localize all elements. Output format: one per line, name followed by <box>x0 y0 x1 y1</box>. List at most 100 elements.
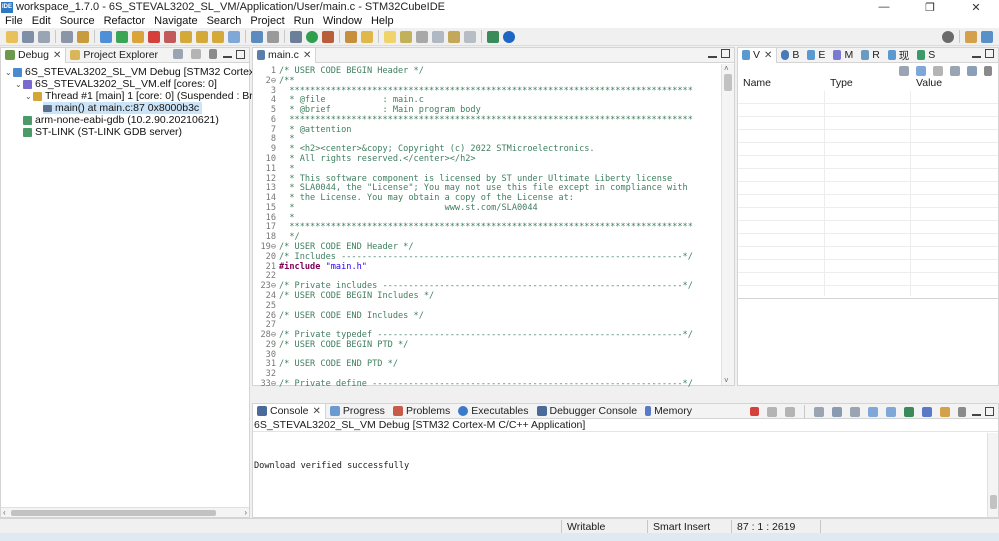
code-line[interactable]: 18 */ <box>253 232 300 242</box>
terminate-icon[interactable] <box>148 30 160 43</box>
debug-perspective-icon[interactable] <box>981 30 993 43</box>
minimize-view-icon[interactable] <box>972 55 981 58</box>
chevron-down-icon[interactable]: ⌄ <box>25 92 33 101</box>
code-line[interactable]: 32 <box>253 369 279 379</box>
open-perspective-icon[interactable] <box>487 30 499 43</box>
scroll-up-arrow[interactable]: ˄ <box>724 64 729 73</box>
toggle-mark-occurrences-icon[interactable] <box>384 30 396 43</box>
close-icon[interactable]: ✕ <box>764 50 772 61</box>
column-name[interactable]: Name <box>743 77 771 89</box>
code-line[interactable]: 20/* Includes --------------------------… <box>253 252 693 262</box>
code-line[interactable]: 15 * www.st.com/SLA0044 <box>253 203 538 213</box>
code-line[interactable]: 5 * @brief : Main program body <box>253 105 481 115</box>
code-line[interactable]: 17 *************************************… <box>253 222 693 232</box>
maximize-view-icon[interactable] <box>721 49 730 58</box>
search-toolbar-icon[interactable] <box>361 30 373 43</box>
tab-live-expressions[interactable]: 现 <box>884 48 914 63</box>
view-menu-icon[interactable] <box>209 49 217 59</box>
code-line[interactable]: 30 <box>253 350 279 360</box>
tab-registers[interactable]: R <box>857 48 884 63</box>
editor-vertical-scrollbar[interactable]: ˄ ˅ <box>721 64 734 385</box>
last-edit-location-icon[interactable] <box>432 30 444 43</box>
display-selected-console-icon[interactable] <box>922 406 932 417</box>
maximize-view-icon[interactable] <box>985 407 994 416</box>
menu-window[interactable]: Window <box>320 15 365 27</box>
close-window-button[interactable]: ✕ <box>953 0 999 14</box>
show-type-names-icon[interactable] <box>899 66 909 76</box>
collapse-all-icon[interactable] <box>173 49 183 59</box>
previous-annotation-icon[interactable] <box>416 30 428 43</box>
tree-item-elf[interactable]: ⌄ 6S_STEVAL3202_SL_VM.elf [cores: 0] <box>15 78 217 90</box>
minimize-view-icon[interactable] <box>223 56 232 58</box>
expand-icon[interactable] <box>967 66 977 76</box>
step-into-icon[interactable] <box>180 30 192 43</box>
code-line[interactable]: 2⊖/** <box>253 76 295 86</box>
next-annotation-icon[interactable] <box>400 30 412 43</box>
horizontal-scroll-thumb[interactable] <box>11 510 216 516</box>
code-line[interactable]: 7 * @attention <box>253 125 352 135</box>
code-line[interactable]: 12 * This software component is licensed… <box>253 174 673 184</box>
show-on-output-icon[interactable] <box>868 406 878 417</box>
chevron-down-icon[interactable]: ⌄ <box>5 68 13 77</box>
step-return-icon[interactable] <box>212 30 224 43</box>
build-icon[interactable] <box>77 30 89 43</box>
tab-debug[interactable]: Debug ✕ <box>1 47 67 63</box>
view-menu-icon[interactable] <box>984 66 992 76</box>
save-all-icon[interactable] <box>38 30 50 43</box>
code-editor[interactable]: 1/* USER CODE BEGIN Header */2⊖/** 3 ****… <box>253 64 720 389</box>
menu-refactor[interactable]: Refactor <box>101 15 149 27</box>
open-console-icon[interactable] <box>940 406 950 417</box>
code-line[interactable]: 16 * <box>253 213 295 223</box>
save-icon[interactable] <box>22 30 34 43</box>
code-line[interactable]: 23⊖/* Private includes -----------------… <box>253 281 692 291</box>
menu-file[interactable]: File <box>2 15 26 27</box>
scroll-down-arrow[interactable]: ˅ <box>724 376 729 385</box>
tab-problems[interactable]: Problems <box>389 404 454 419</box>
close-icon[interactable]: ✕ <box>313 406 321 417</box>
remove-global-variables-icon[interactable] <box>933 66 943 76</box>
code-line[interactable]: 26/* USER CODE END Includes */ <box>253 311 424 321</box>
code-line[interactable]: 33⊖/* Private define -------------------… <box>253 379 692 389</box>
horizontal-scrollbar[interactable]: ‹ › <box>1 507 249 517</box>
column-value[interactable]: Value <box>916 77 942 89</box>
menu-edit[interactable]: Edit <box>29 15 54 27</box>
pin-console-icon[interactable] <box>904 406 914 417</box>
chevron-down-icon[interactable]: ⌄ <box>15 80 23 89</box>
code-line[interactable]: 1/* USER CODE BEGIN Header */ <box>253 66 424 76</box>
menu-help[interactable]: Help <box>368 15 397 27</box>
resume-icon[interactable] <box>116 30 128 43</box>
code-line[interactable]: 9 * <h2><center>&copy; Copyright (c) 202… <box>253 144 595 154</box>
code-line[interactable]: 11 * <box>253 164 295 174</box>
menu-navigate[interactable]: Navigate <box>151 15 200 27</box>
column-type[interactable]: Type <box>830 77 853 89</box>
tab-main-c[interactable]: main.c ✕ <box>253 47 317 63</box>
show-on-error-icon[interactable] <box>886 406 896 417</box>
scroll-left-arrow[interactable]: ‹ <box>3 508 6 517</box>
code-line[interactable]: 27 <box>253 320 279 330</box>
add-global-variables-icon[interactable] <box>916 66 926 76</box>
remove-launch-icon[interactable] <box>767 406 777 417</box>
console-vertical-scrollbar[interactable] <box>987 433 998 517</box>
menu-run[interactable]: Run <box>291 15 317 27</box>
code-line[interactable]: 29/* USER CODE BEGIN PTD */ <box>253 340 409 350</box>
code-line[interactable]: 6 **************************************… <box>253 115 693 125</box>
tab-executables[interactable]: Executables <box>454 404 532 419</box>
tree-item-stlink[interactable]: ST-LINK (ST-LINK GDB server) <box>23 126 182 138</box>
scroll-right-arrow[interactable]: › <box>244 508 247 517</box>
console-scroll-thumb[interactable] <box>990 495 997 509</box>
collapse-all-icon[interactable] <box>950 66 960 76</box>
run-icon[interactable] <box>306 30 318 43</box>
code-line[interactable]: 10 * All rights reserved.</center></h2> <box>253 154 476 164</box>
code-line[interactable]: 21 #include "main.h" <box>253 262 367 272</box>
terminate-icon[interactable] <box>750 407 759 416</box>
editor-scroll-thumb[interactable] <box>724 74 732 91</box>
tree-item-stack-frame[interactable]: main() at main.c:87 0x8000b3c <box>43 102 203 114</box>
back-icon[interactable] <box>448 30 460 43</box>
search-icon[interactable] <box>942 30 954 43</box>
view-menu-icon[interactable] <box>958 406 966 417</box>
tab-sfrs[interactable]: S <box>913 48 939 63</box>
menu-source[interactable]: Source <box>57 15 98 27</box>
restart-icon[interactable] <box>228 30 240 43</box>
variables-detail-divider[interactable] <box>738 298 998 299</box>
instruction-stepping-icon[interactable] <box>251 30 263 43</box>
